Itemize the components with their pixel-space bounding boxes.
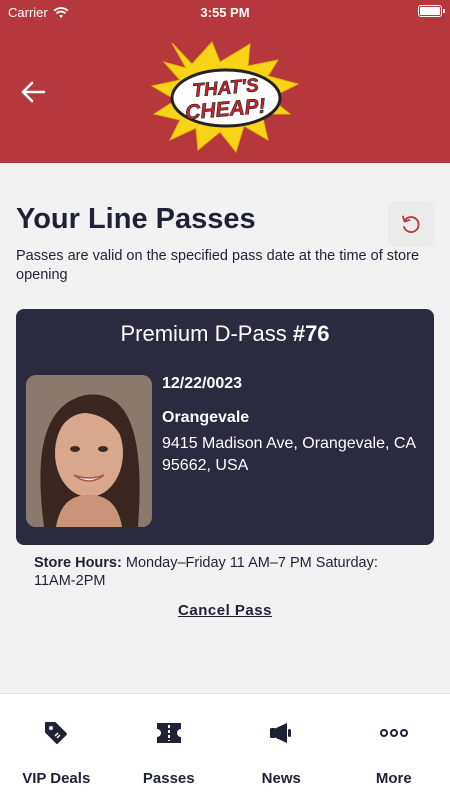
battery-icon — [418, 5, 445, 17]
status-bar: Carrier 3:55 PM — [0, 0, 450, 26]
tab-passes[interactable]: Passes — [113, 694, 226, 800]
status-time: 3:55 PM — [200, 5, 250, 20]
store-hours: Store Hours: Monday–Friday 11 AM–7 PM Sa… — [34, 554, 414, 590]
tag-icon — [45, 722, 68, 744]
pass-title: Premium D-Pass #76 — [16, 321, 434, 347]
thats-cheap-logo: THAT'S CHEAP! — [150, 40, 300, 155]
page-subtitle: Passes are valid on the specified pass d… — [16, 248, 420, 283]
refresh-button[interactable] — [388, 201, 434, 247]
tab-more[interactable]: More — [338, 694, 450, 800]
tab-label: Passes — [142, 770, 195, 787]
cancel-pass-link[interactable]: Cancel Pass — [0, 602, 450, 619]
more-icon — [379, 729, 408, 737]
pass-date: 12/22/0023 — [162, 375, 243, 392]
tab-label: More — [375, 770, 412, 787]
app-header: Carrier 3:55 PM THAT'S CHEAP! — [0, 0, 450, 163]
arrow-left-icon — [21, 81, 46, 103]
store-address: 9415 Madison Ave, Orangevale, CA 95662, … — [162, 435, 416, 474]
store-hours-label: Store Hours: — [34, 555, 122, 571]
megaphone-icon — [270, 723, 292, 743]
main-content: Your Line Passes Passes are valid on the… — [0, 163, 450, 693]
line-pass-card[interactable]: Premium D-Pass #76 12/22/0023 Orangevale… — [16, 309, 434, 545]
page-title: Your Line Passes — [16, 203, 256, 235]
pass-holder-photo — [26, 375, 152, 527]
tab-vip-deals[interactable]: VIP Deals — [0, 694, 113, 800]
tab-news[interactable]: News — [225, 694, 338, 800]
ticket-icon — [156, 723, 181, 743]
store-name: Orangevale — [162, 409, 250, 426]
refresh-icon — [402, 215, 420, 233]
tab-label: News — [261, 770, 301, 787]
pass-number: #76 — [292, 321, 330, 346]
back-button[interactable] — [18, 78, 50, 106]
pass-title-prefix: Premium D-Pass — [120, 321, 287, 346]
bottom-tab-bar: VIP Deals Passes News More — [0, 693, 450, 800]
tab-label: VIP Deals — [22, 770, 91, 787]
